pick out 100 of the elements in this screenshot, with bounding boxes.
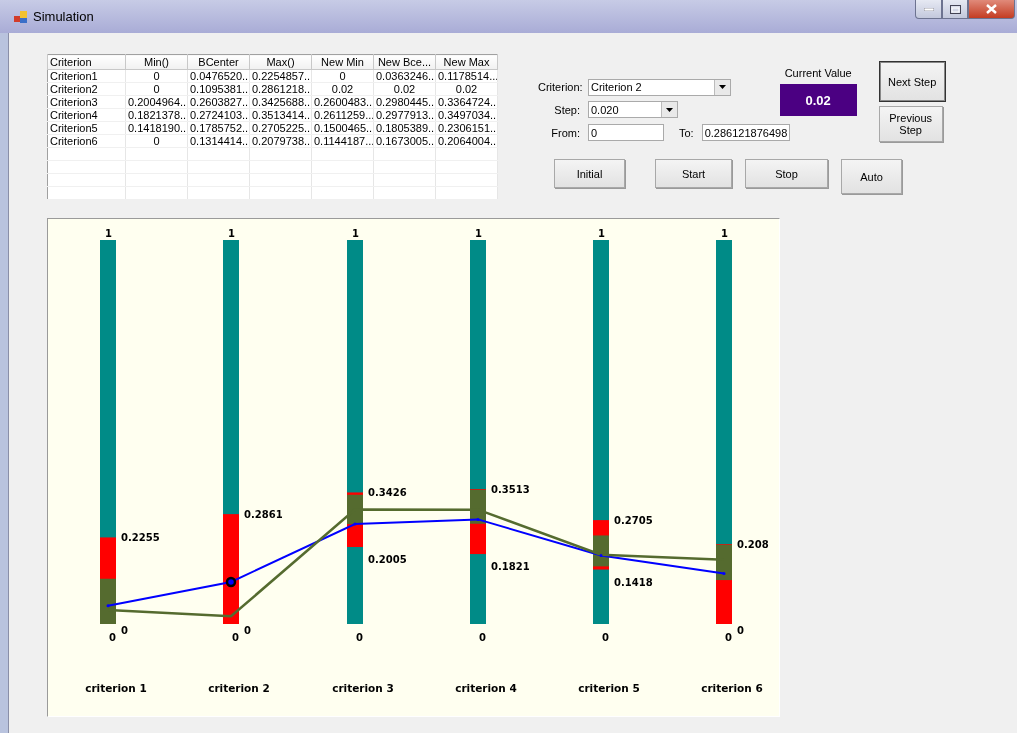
min-label: 0.1418 — [614, 576, 653, 588]
table-cell: 0.0363246... — [373, 69, 436, 83]
column-header[interactable]: Min() — [125, 54, 188, 70]
axis-top-label: 1 — [352, 228, 359, 239]
axis-bottom-label: 0 — [356, 632, 363, 643]
close-button[interactable] — [968, 0, 1015, 19]
axis-top-label: 1 — [228, 228, 235, 239]
max-label: 0.2861 — [244, 509, 283, 521]
from-label: From: — [550, 126, 581, 139]
caret-icon — [719, 85, 726, 90]
column-header[interactable]: Criterion — [47, 54, 126, 70]
table-cell: 0.3364724... — [435, 95, 498, 109]
initial-button[interactable]: Initial — [554, 159, 625, 188]
table-cell: 0.2254857... — [249, 69, 312, 83]
axis-bottom-label: 0 — [109, 632, 116, 643]
column-header[interactable]: Max() — [249, 54, 312, 70]
to-label: To: — [679, 126, 694, 139]
column-header[interactable]: BCenter — [187, 54, 250, 70]
table-cell: Criterion1 — [47, 69, 126, 83]
axis-bottom-label: 0 — [232, 632, 239, 643]
stop-button[interactable]: Stop — [745, 159, 828, 188]
table-cell: Criterion3 — [47, 95, 126, 109]
table-cell: 0 — [311, 69, 374, 83]
table-cell: Criterion5 — [47, 121, 126, 135]
new-range-bar — [100, 578, 116, 624]
min-label: 0.2005 — [368, 554, 407, 565]
table-cell: 0.2861218... — [249, 82, 312, 96]
step-label: Step: — [553, 104, 581, 116]
column-header[interactable]: New Bce... — [373, 54, 436, 70]
axis-name: criterion 4 — [455, 682, 517, 694]
table-cell: 0.0476520... — [187, 69, 250, 83]
column-header[interactable]: New Max — [435, 54, 498, 70]
axis-top-label: 1 — [721, 228, 728, 239]
table-cell: 0.2980445... — [373, 95, 436, 109]
column-header[interactable]: New Min — [311, 54, 374, 70]
current-value-display: 0.02 — [779, 84, 857, 116]
table-cell: 0.1673005... — [373, 134, 436, 148]
caret-icon — [666, 108, 673, 112]
table-cell: 0 — [125, 134, 188, 148]
table-cell: 0.2724103... — [187, 108, 250, 122]
table-cell: 0.1785752... — [187, 121, 250, 135]
axis-top-label: 1 — [475, 228, 482, 239]
minimize-icon — [923, 7, 934, 11]
maximize-icon — [949, 4, 961, 14]
table-cell: 0.3425688... — [249, 95, 312, 109]
step-dropdown[interactable]: 0.020 — [588, 101, 678, 119]
table-cell: 0.1314414... — [187, 134, 250, 148]
table-cell: 0.1500465... — [311, 121, 374, 135]
table-cell: 0.02 — [373, 82, 436, 96]
axis-name: criterion 2 — [208, 682, 270, 694]
table-cell: 0.2611259... — [311, 108, 374, 122]
table-cell: 0.2079738... — [249, 134, 312, 148]
table-cell: Criterion4 — [47, 108, 126, 122]
criterion-dropdown[interactable]: Criterion 2 — [588, 78, 731, 96]
new-range-bar — [593, 535, 609, 567]
axis-name: criterion 3 — [332, 682, 394, 694]
table-cell: 0.2306151... — [435, 121, 498, 135]
axis-bottom-label: 0 — [479, 632, 486, 643]
criterion-label: Criterion: — [538, 81, 584, 94]
current-value-label: Current Value — [784, 67, 852, 79]
app-icon — [14, 10, 28, 24]
table-cell: 0.3497034... — [435, 108, 498, 122]
table-cell: 0.02 — [311, 82, 374, 96]
table-cell: 0.1144187... — [311, 134, 374, 148]
max-label: 0.3513 — [491, 484, 530, 496]
from-field[interactable]: 0 — [588, 124, 664, 142]
table-cell: 0.2977913... — [373, 108, 436, 122]
table-cell: Criterion6 — [47, 134, 126, 148]
axis-bottom-label: 0 — [602, 632, 609, 643]
axis-name: criterion 6 — [701, 682, 763, 694]
max-label: 0.2255 — [121, 532, 160, 544]
table-cell: 0.2004964... — [125, 95, 188, 109]
table-cell: 0.1095381... — [187, 82, 250, 96]
start-button[interactable]: Start — [655, 159, 732, 188]
table-cell: 0.02 — [435, 82, 498, 96]
axis-top-label: 1 — [598, 228, 605, 239]
minimize-button[interactable] — [915, 0, 942, 19]
max-label: 0.2705 — [614, 515, 653, 527]
table-cell: 0.1805389... — [373, 121, 436, 135]
min-label: 0.1821 — [491, 561, 530, 573]
table-cell: 0.3513414... — [249, 108, 312, 122]
table-cell: 0 — [125, 82, 188, 96]
axis-top-label: 1 — [105, 228, 112, 239]
max-label: 0.208 — [737, 539, 769, 551]
table-cell: Criterion2 — [47, 82, 126, 96]
table-cell: 0.1178514... — [435, 69, 498, 83]
to-field[interactable]: 0.286121876498 — [701, 124, 790, 142]
table-cell: 0.2064004... — [435, 134, 498, 148]
min-label: 0 — [244, 625, 251, 636]
table-cell: 0.2603827... — [187, 95, 250, 109]
axis-name: criterion 5 — [578, 682, 640, 694]
table-cell: 0.1418190... — [125, 121, 188, 135]
auto-button[interactable]: Auto — [841, 159, 902, 194]
max-label: 0.3426 — [368, 487, 407, 499]
next-step-button[interactable]: Next Step — [878, 61, 946, 102]
table-cell: 0.1821378... — [125, 108, 188, 122]
maximize-button[interactable] — [942, 0, 968, 19]
previous-step-button[interactable]: Previous Step — [878, 106, 943, 142]
min-label: 0 — [121, 625, 128, 636]
table-cell: 0.2600483... — [311, 95, 374, 109]
